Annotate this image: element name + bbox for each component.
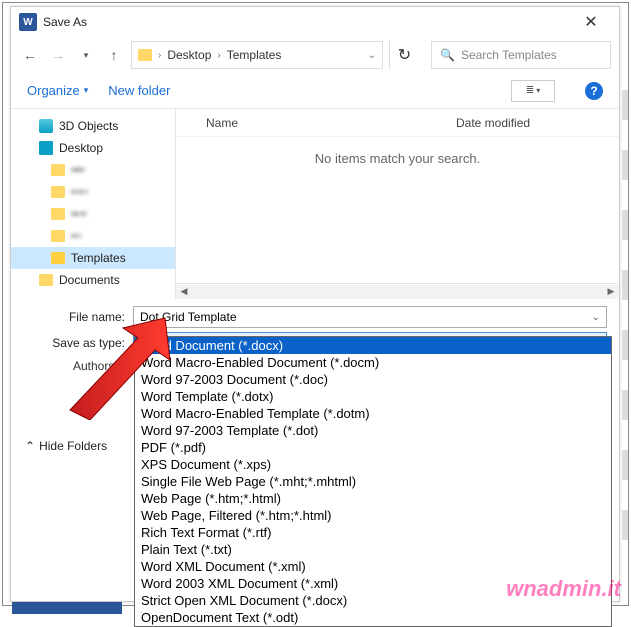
- word-app-icon: W: [19, 13, 37, 31]
- titlebar: W Save As ✕: [11, 7, 619, 37]
- hide-folders-button[interactable]: ⌃ Hide Folders: [25, 439, 107, 453]
- tree-folder-blurred[interactable]: ▪▪ ▪▪ ▪: [11, 181, 175, 203]
- scroll-right-icon[interactable]: ▶: [603, 285, 619, 299]
- column-date[interactable]: Date modified: [446, 116, 619, 130]
- tree-label: Desktop: [59, 141, 103, 155]
- filename-value: Dot Grid Template: [140, 310, 237, 324]
- folder-tree: 3D Objects Desktop ▪▪▪▪▪ ▪▪ ▪▪ ▪ ▪▪▪ ▪▪ …: [11, 109, 176, 299]
- tree-folder-blurred[interactable]: ▪▪▪▪▪: [11, 159, 175, 181]
- filename-label: File name:: [23, 310, 133, 324]
- window-title: Save As: [43, 15, 571, 29]
- address-dropdown-icon[interactable]: ⌄: [368, 50, 376, 61]
- dropdown-option[interactable]: Single File Web Page (*.mht;*.mhtml): [135, 473, 611, 490]
- watermark-text: wnadmin.it: [506, 576, 621, 602]
- tree-label: Documents: [59, 273, 120, 287]
- dropdown-option[interactable]: Plain Text (*.txt): [135, 541, 611, 558]
- crumb-templates[interactable]: Templates: [227, 48, 282, 62]
- toolbar: Organize ▾ New folder ≣ ▾ ?: [11, 73, 619, 109]
- scroll-track[interactable]: [192, 285, 603, 299]
- tree-label: ▪▪ ▪: [71, 231, 80, 242]
- folder-icon: [51, 230, 65, 242]
- filename-input[interactable]: Dot Grid Template ⌄: [133, 306, 607, 328]
- list-header: Name Date modified: [176, 109, 619, 137]
- documents-icon: [39, 274, 53, 286]
- nav-row: ← → ▾ ↑ › Desktop › Templates ⌄ ↻ 🔍 Sear…: [11, 37, 619, 73]
- tree-label: ▪▪▪▪▪: [71, 165, 84, 176]
- tree-templates[interactable]: Templates: [11, 247, 175, 269]
- dropdown-option[interactable]: Web Page, Filtered (*.htm;*.html): [135, 507, 611, 524]
- dropdown-chevron-icon[interactable]: ⌄: [592, 312, 600, 323]
- empty-message: No items match your search.: [176, 151, 619, 166]
- new-folder-button[interactable]: New folder: [108, 83, 170, 98]
- file-list: Name Date modified No items match your s…: [176, 109, 619, 299]
- help-button[interactable]: ?: [585, 82, 603, 100]
- type-label: Save as type:: [23, 336, 133, 350]
- dropdown-option[interactable]: OpenDocument Text (*.odt): [135, 609, 611, 626]
- refresh-button[interactable]: ↻: [389, 41, 419, 69]
- crumb-desktop[interactable]: Desktop: [167, 48, 211, 62]
- view-icon: ≣: [526, 85, 534, 96]
- folder-icon: [51, 252, 65, 264]
- dropdown-option[interactable]: Rich Text Format (*.rtf): [135, 524, 611, 541]
- tree-3d-objects[interactable]: 3D Objects: [11, 115, 175, 137]
- scroll-left-icon[interactable]: ◀: [176, 285, 192, 299]
- folder-icon: [51, 208, 65, 220]
- dropdown-option[interactable]: Word Macro-Enabled Document (*.docm): [135, 354, 611, 371]
- up-button[interactable]: ↑: [103, 44, 125, 66]
- organize-label: Organize: [27, 83, 80, 98]
- hide-folders-label: Hide Folders: [39, 439, 107, 453]
- dropdown-option[interactable]: Word Macro-Enabled Template (*.dotm): [135, 405, 611, 422]
- folder-icon: [51, 164, 65, 176]
- search-icon: 🔍: [440, 48, 455, 62]
- dropdown-option[interactable]: Word Document (*.docx): [135, 337, 611, 354]
- folder-icon: [51, 186, 65, 198]
- tree-label: ▪▪ ▪▪ ▪: [71, 187, 87, 198]
- tree-label: 3D Objects: [59, 119, 118, 133]
- tree-folder-blurred[interactable]: ▪▪▪ ▪▪: [11, 203, 175, 225]
- dropdown-option[interactable]: Word 97-2003 Document (*.doc): [135, 371, 611, 388]
- tree-documents[interactable]: Documents: [11, 269, 175, 291]
- authors-label: Authors:: [73, 359, 118, 373]
- chevron-down-icon: ▾: [536, 86, 540, 95]
- tree-label: Templates: [71, 251, 126, 265]
- column-name[interactable]: Name: [176, 116, 446, 130]
- dropdown-option[interactable]: Word 97-2003 Template (*.dot): [135, 422, 611, 439]
- horizontal-scrollbar[interactable]: ◀ ▶: [176, 283, 619, 299]
- back-button[interactable]: ←: [19, 44, 41, 66]
- dropdown-option[interactable]: Word XML Document (*.xml): [135, 558, 611, 575]
- explorer-body: 3D Objects Desktop ▪▪▪▪▪ ▪▪ ▪▪ ▪ ▪▪▪ ▪▪ …: [11, 109, 619, 299]
- search-box[interactable]: 🔍 Search Templates: [431, 41, 611, 69]
- recent-dropdown[interactable]: ▾: [75, 44, 97, 66]
- background-peek: [622, 90, 628, 570]
- tree-folder-blurred[interactable]: ▪▪ ▪: [11, 225, 175, 247]
- 3d-objects-icon: [39, 119, 53, 133]
- address-bar[interactable]: › Desktop › Templates ⌄: [131, 41, 383, 69]
- organize-menu[interactable]: Organize ▾: [27, 83, 88, 98]
- tree-label: ▪▪▪ ▪▪: [71, 209, 86, 220]
- view-options-button[interactable]: ≣ ▾: [511, 80, 555, 102]
- dropdown-option[interactable]: Web Page (*.htm;*.html): [135, 490, 611, 507]
- chevron-icon: ›: [217, 50, 220, 61]
- dropdown-option[interactable]: XPS Document (*.xps): [135, 456, 611, 473]
- desktop-icon: [39, 141, 53, 155]
- close-button[interactable]: ✕: [571, 8, 611, 36]
- forward-button[interactable]: →: [47, 44, 69, 66]
- dropdown-option[interactable]: Word Template (*.dotx): [135, 388, 611, 405]
- search-placeholder: Search Templates: [461, 48, 557, 62]
- tree-desktop[interactable]: Desktop: [11, 137, 175, 159]
- chevron-up-icon: ⌃: [25, 439, 35, 453]
- chevron-icon: ›: [158, 50, 161, 61]
- chevron-down-icon: ▾: [84, 85, 89, 96]
- folder-icon: [138, 49, 152, 61]
- dropdown-option[interactable]: PDF (*.pdf): [135, 439, 611, 456]
- up-arrow-icon: ↑: [105, 46, 123, 64]
